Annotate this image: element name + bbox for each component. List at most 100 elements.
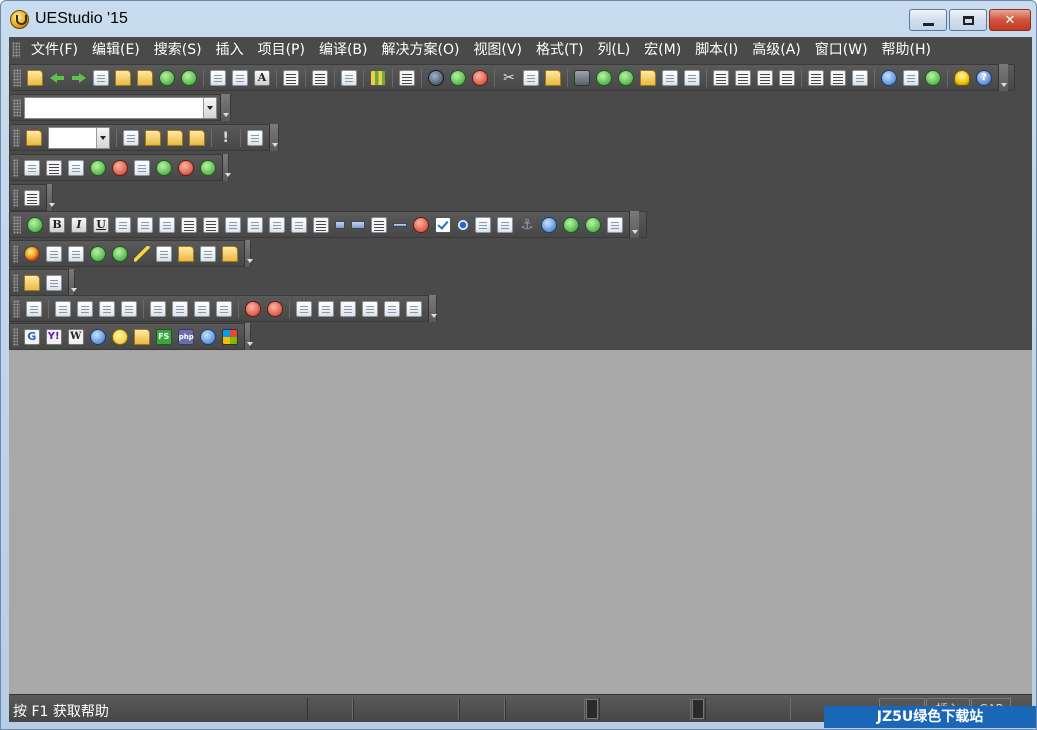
compare-docs-icon[interactable]	[45, 274, 62, 291]
ftp-upload-icon[interactable]	[98, 300, 115, 317]
tools-calendar-icon[interactable]	[111, 245, 128, 262]
ftp-download-icon[interactable]	[120, 300, 137, 317]
toolbar-grip[interactable]	[13, 128, 21, 147]
html-link-icon[interactable]	[497, 216, 513, 233]
toolbar-options-chevron-icon[interactable]	[998, 64, 1008, 91]
web-bulb-icon[interactable]	[111, 328, 128, 345]
ftp-open-icon[interactable]	[25, 300, 42, 317]
toolbar-options-chevron-icon[interactable]	[268, 124, 278, 151]
forward-arrow-icon[interactable]	[71, 70, 87, 86]
html-ordered-list-icon[interactable]	[203, 216, 219, 233]
wikipedia-icon[interactable]: W	[67, 328, 84, 345]
chevron-down-icon[interactable]	[203, 97, 217, 118]
font-icon[interactable]: A	[254, 69, 270, 86]
open-file-icon[interactable]	[115, 69, 131, 86]
html-select-icon[interactable]	[475, 216, 491, 233]
html-indent-icon[interactable]	[225, 216, 241, 233]
menu-window[interactable]: 窗口(W)	[808, 39, 875, 61]
paste-icon[interactable]	[545, 69, 561, 86]
replace-icon[interactable]	[640, 69, 656, 86]
html-table-insert-icon[interactable]	[563, 216, 579, 233]
menu-format[interactable]: 格式(T)	[529, 39, 590, 61]
menu-insert[interactable]: 插入	[209, 39, 251, 61]
tools-script-icon[interactable]	[67, 245, 84, 262]
tip-bulb-icon[interactable]	[954, 69, 970, 86]
toolbar-grip[interactable]	[13, 215, 21, 234]
ftp-search-icon[interactable]	[405, 300, 422, 317]
edit-grid-icon[interactable]	[155, 159, 172, 176]
project-settings-icon[interactable]	[166, 129, 183, 146]
maximize-button[interactable]	[949, 9, 987, 31]
tools-doc-icon[interactable]	[45, 245, 62, 262]
menu-solution[interactable]: 解决方案(O)	[374, 39, 466, 61]
html-checkbox-icon[interactable]	[435, 216, 451, 233]
fs-icon[interactable]: FS	[155, 328, 172, 345]
tools-folder-icon[interactable]	[177, 245, 194, 262]
open-project-folder-icon[interactable]	[144, 129, 161, 146]
bold-icon[interactable]: B	[49, 216, 65, 233]
html-blockquote-icon[interactable]	[269, 216, 285, 233]
ftp-props-icon[interactable]	[339, 300, 356, 317]
justify-icon[interactable]	[779, 69, 795, 86]
find-icon[interactable]	[574, 69, 590, 86]
configuration-select[interactable]	[48, 126, 110, 149]
color-picker-icon[interactable]	[23, 245, 40, 262]
status-slider-handle[interactable]	[586, 699, 598, 719]
menu-file[interactable]: 文件(F)	[24, 39, 85, 61]
tools-edit-icon[interactable]	[155, 245, 172, 262]
new-file-icon[interactable]	[93, 69, 109, 86]
chevron-down-icon[interactable]	[95, 127, 109, 148]
ftp-compare-icon[interactable]	[361, 300, 378, 317]
php-icon[interactable]: php	[177, 328, 194, 345]
print-preview-icon[interactable]	[232, 69, 248, 86]
save-all-icon[interactable]	[181, 69, 197, 86]
status-slider-handle[interactable]	[692, 699, 704, 719]
refresh-icon[interactable]	[925, 69, 941, 86]
search-engine-icon[interactable]	[89, 328, 106, 345]
menu-column[interactable]: 列(L)	[590, 39, 637, 61]
html-textarea-icon[interactable]	[371, 216, 387, 233]
magic-wand-icon[interactable]	[133, 245, 150, 262]
toolbar-options-chevron-icon[interactable]	[221, 154, 232, 181]
cut-icon[interactable]: ✂	[501, 70, 517, 86]
exclamation-icon[interactable]: !	[218, 130, 234, 146]
close-file-icon[interactable]	[137, 69, 153, 86]
anchor-icon[interactable]: ⚓	[519, 217, 535, 233]
tools-frame-icon[interactable]	[89, 245, 106, 262]
find-prev-icon[interactable]	[618, 69, 634, 86]
toolbar-options-chevron-icon[interactable]	[220, 94, 230, 121]
split-vertical-icon[interactable]	[830, 69, 846, 86]
html-heading-icon[interactable]	[137, 216, 153, 233]
ftp-save-icon[interactable]	[54, 300, 71, 317]
toolbar-options-chevron-icon[interactable]	[45, 184, 56, 211]
toolbar-options-chevron-icon[interactable]	[243, 323, 254, 350]
tools-pencil-icon[interactable]	[221, 245, 238, 262]
html-hr-icon[interactable]	[393, 222, 407, 227]
web-link-icon[interactable]	[199, 328, 216, 345]
stop-icon[interactable]	[472, 69, 488, 86]
menu-build[interactable]: 编译(B)	[312, 39, 375, 61]
html-table-icon[interactable]	[27, 216, 43, 233]
menu-advanced[interactable]: 高级(A)	[745, 39, 808, 61]
html-div-icon[interactable]	[159, 216, 175, 233]
compile-icon[interactable]	[428, 69, 444, 86]
save-icon[interactable]	[159, 69, 175, 86]
edit-red-doc-icon[interactable]	[111, 159, 128, 176]
copy-icon[interactable]	[523, 69, 539, 86]
ftp-delete-icon[interactable]	[244, 300, 261, 317]
layout-icon[interactable]	[23, 189, 40, 206]
align-center-icon[interactable]	[735, 69, 751, 86]
toolbar-grip[interactable]	[13, 158, 18, 177]
toolbar-options-chevron-icon[interactable]	[427, 295, 438, 322]
toolbar-grip[interactable]	[13, 273, 18, 292]
html-pre-icon[interactable]	[291, 216, 307, 233]
italic-icon[interactable]: I	[71, 216, 87, 233]
html-table-edit-icon[interactable]	[585, 216, 601, 233]
edit-copy-doc-icon[interactable]	[133, 159, 150, 176]
project-files-icon[interactable]	[246, 129, 263, 146]
menu-edit[interactable]: 编辑(E)	[85, 39, 147, 61]
hex-edit-icon[interactable]	[341, 69, 357, 86]
edit-print-icon[interactable]	[67, 159, 84, 176]
menu-macro[interactable]: 宏(M)	[637, 39, 688, 61]
column-mode-icon[interactable]	[370, 69, 386, 86]
